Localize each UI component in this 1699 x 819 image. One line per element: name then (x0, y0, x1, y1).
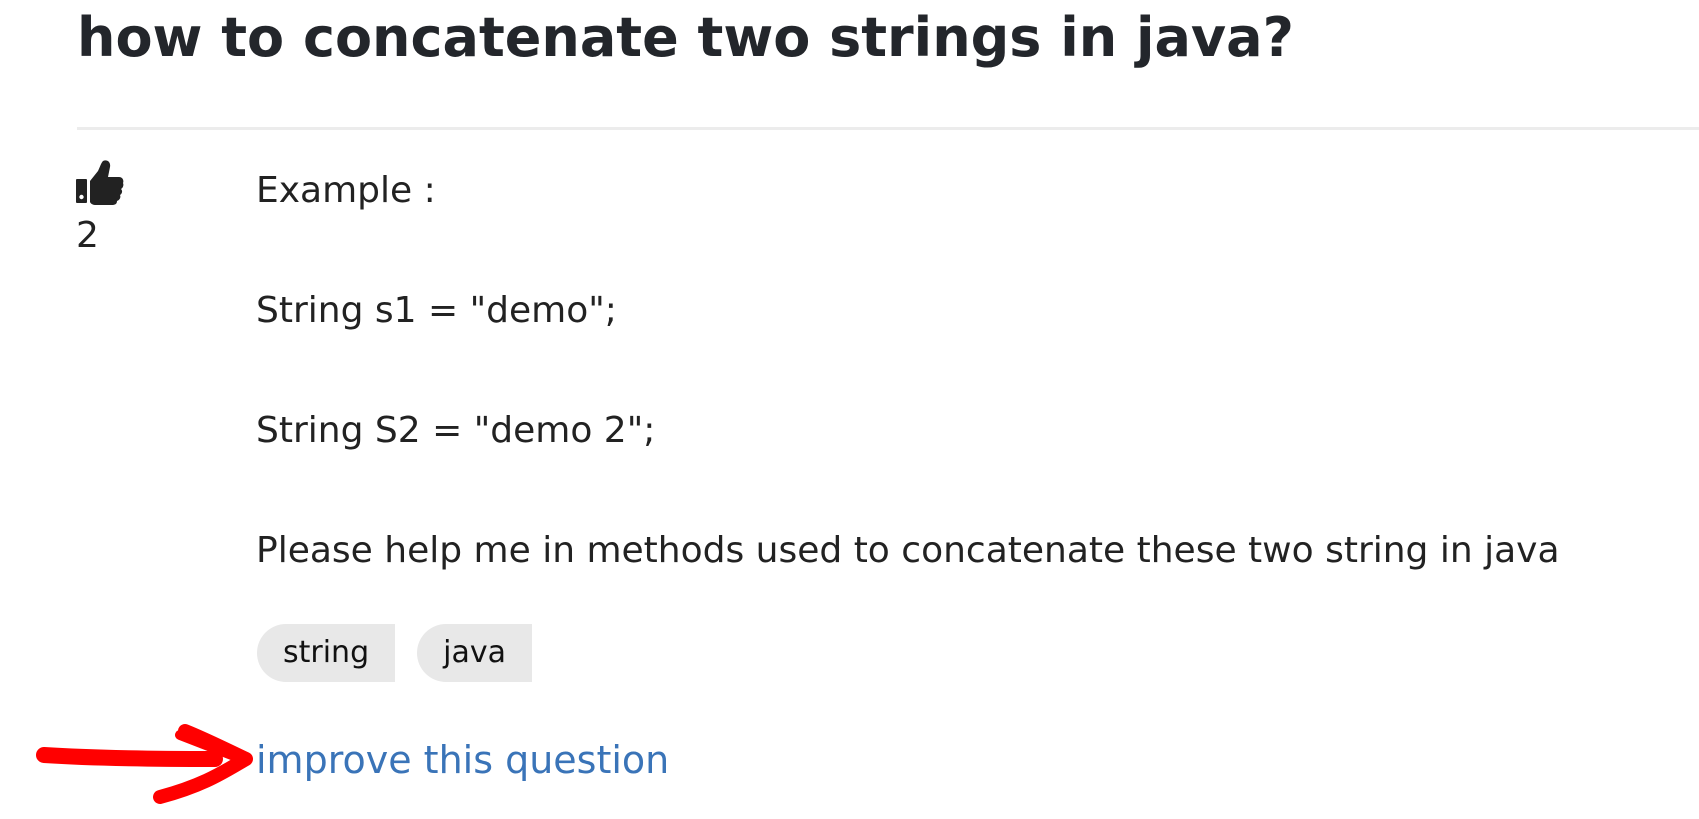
body-paragraph: String s1 = "demo"; (256, 290, 617, 331)
body-paragraph: Please help me in methods used to concat… (256, 530, 1560, 571)
red-arrow-annotation (36, 724, 253, 804)
title-divider (77, 127, 1699, 130)
tag-list: string java (257, 624, 532, 682)
body-paragraph: String S2 = "demo 2"; (256, 410, 656, 451)
body-paragraph: Example : (256, 170, 436, 211)
improve-question-link[interactable]: improve this question (256, 735, 669, 785)
vote-panel: 2 (76, 160, 136, 258)
vote-count: 2 (76, 215, 99, 256)
question-page: how to concatenate two strings in java? … (0, 0, 1699, 819)
question-title: how to concatenate two strings in java? (77, 6, 1294, 69)
tag-string[interactable]: string (257, 624, 396, 682)
thumbs-up-icon[interactable] (76, 160, 136, 206)
tag-java[interactable]: java (417, 624, 532, 682)
